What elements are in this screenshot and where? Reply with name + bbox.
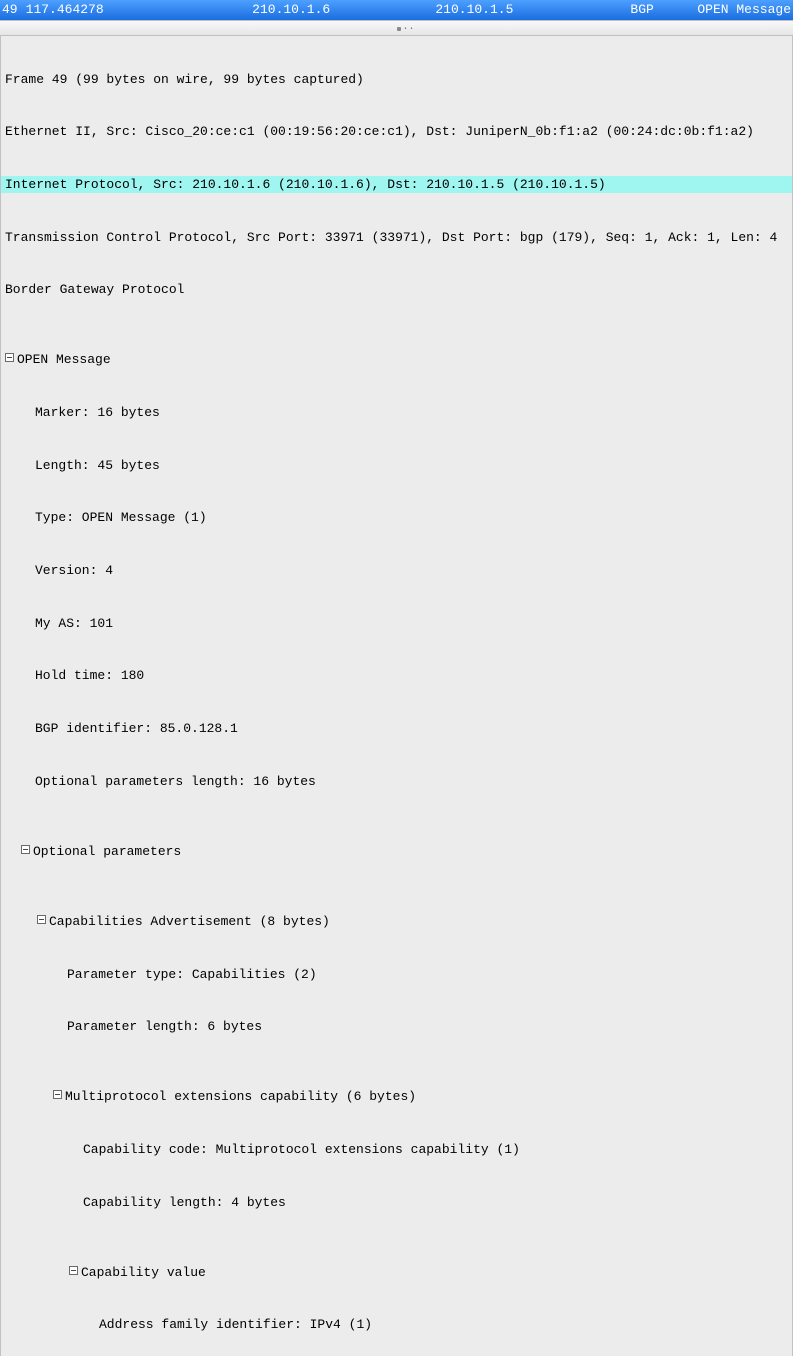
cap-code-field[interactable]: Capability code: Multiprotocol extension…: [1, 1141, 792, 1159]
ethernet-summary[interactable]: Ethernet II, Src: Cisco_20:ce:c1 (00:19:…: [1, 123, 792, 141]
horizontal-scrollbar[interactable]: ...: [0, 20, 793, 36]
my-as-field[interactable]: My AS: 101: [1, 615, 792, 633]
open-message-label: OPEN Message: [17, 352, 111, 367]
bgp-header[interactable]: Border Gateway Protocol: [1, 281, 792, 299]
col-proto: BGP: [630, 1, 697, 19]
optional-parameters-label: Optional parameters: [33, 844, 181, 859]
frame-summary[interactable]: Frame 49 (99 bytes on wire, 99 bytes cap…: [1, 71, 792, 89]
collapse-icon[interactable]: [69, 1266, 78, 1275]
packet-list-row[interactable]: 49 117.464278 210.10.1.6 210.10.1.5 BGP …: [0, 0, 793, 20]
mp-ext-label: Multiprotocol extensions capability (6 b…: [65, 1089, 416, 1104]
bgp-id-field[interactable]: BGP identifier: 85.0.128.1: [1, 720, 792, 738]
collapse-icon[interactable]: [21, 845, 30, 854]
cap-length-field[interactable]: Capability length: 4 bytes: [1, 1194, 792, 1212]
version-field[interactable]: Version: 4: [1, 562, 792, 580]
param-length-field[interactable]: Parameter length: 6 bytes: [1, 1018, 792, 1036]
col-dest: 210.10.1.5: [435, 1, 630, 19]
opt-params-length-field[interactable]: Optional parameters length: 16 bytes: [1, 773, 792, 791]
ip-summary[interactable]: Internet Protocol, Src: 210.10.1.6 (210.…: [1, 176, 792, 194]
col-time: 117.464278: [26, 1, 253, 19]
marker-field[interactable]: Marker: 16 bytes: [1, 404, 792, 422]
tcp-summary[interactable]: Transmission Control Protocol, Src Port:…: [1, 229, 792, 247]
afi-field[interactable]: Address family identifier: IPv4 (1): [1, 1316, 792, 1334]
scroll-marker: ...: [397, 21, 415, 35]
col-info: OPEN Message: [697, 1, 791, 19]
optional-parameters-node[interactable]: Optional parameters: [1, 843, 792, 861]
col-number: 49: [2, 1, 26, 19]
hold-time-field[interactable]: Hold time: 180: [1, 667, 792, 685]
col-source: 210.10.1.6: [252, 1, 435, 19]
packet-details-tree[interactable]: Frame 49 (99 bytes on wire, 99 bytes cap…: [0, 36, 793, 1356]
collapse-icon[interactable]: [37, 915, 46, 924]
open-message-node[interactable]: OPEN Message: [1, 351, 792, 369]
collapse-icon[interactable]: [5, 353, 14, 362]
cap-value-label: Capability value: [81, 1265, 206, 1280]
mp-ext-node[interactable]: Multiprotocol extensions capability (6 b…: [1, 1088, 792, 1106]
param-type-field[interactable]: Parameter type: Capabilities (2): [1, 966, 792, 984]
collapse-icon[interactable]: [53, 1090, 62, 1099]
length-field[interactable]: Length: 45 bytes: [1, 457, 792, 475]
cap-adv-label: Capabilities Advertisement (8 bytes): [49, 914, 330, 929]
cap-value-node[interactable]: Capability value: [1, 1264, 792, 1282]
cap-adv-node[interactable]: Capabilities Advertisement (8 bytes): [1, 913, 792, 931]
type-field[interactable]: Type: OPEN Message (1): [1, 509, 792, 527]
